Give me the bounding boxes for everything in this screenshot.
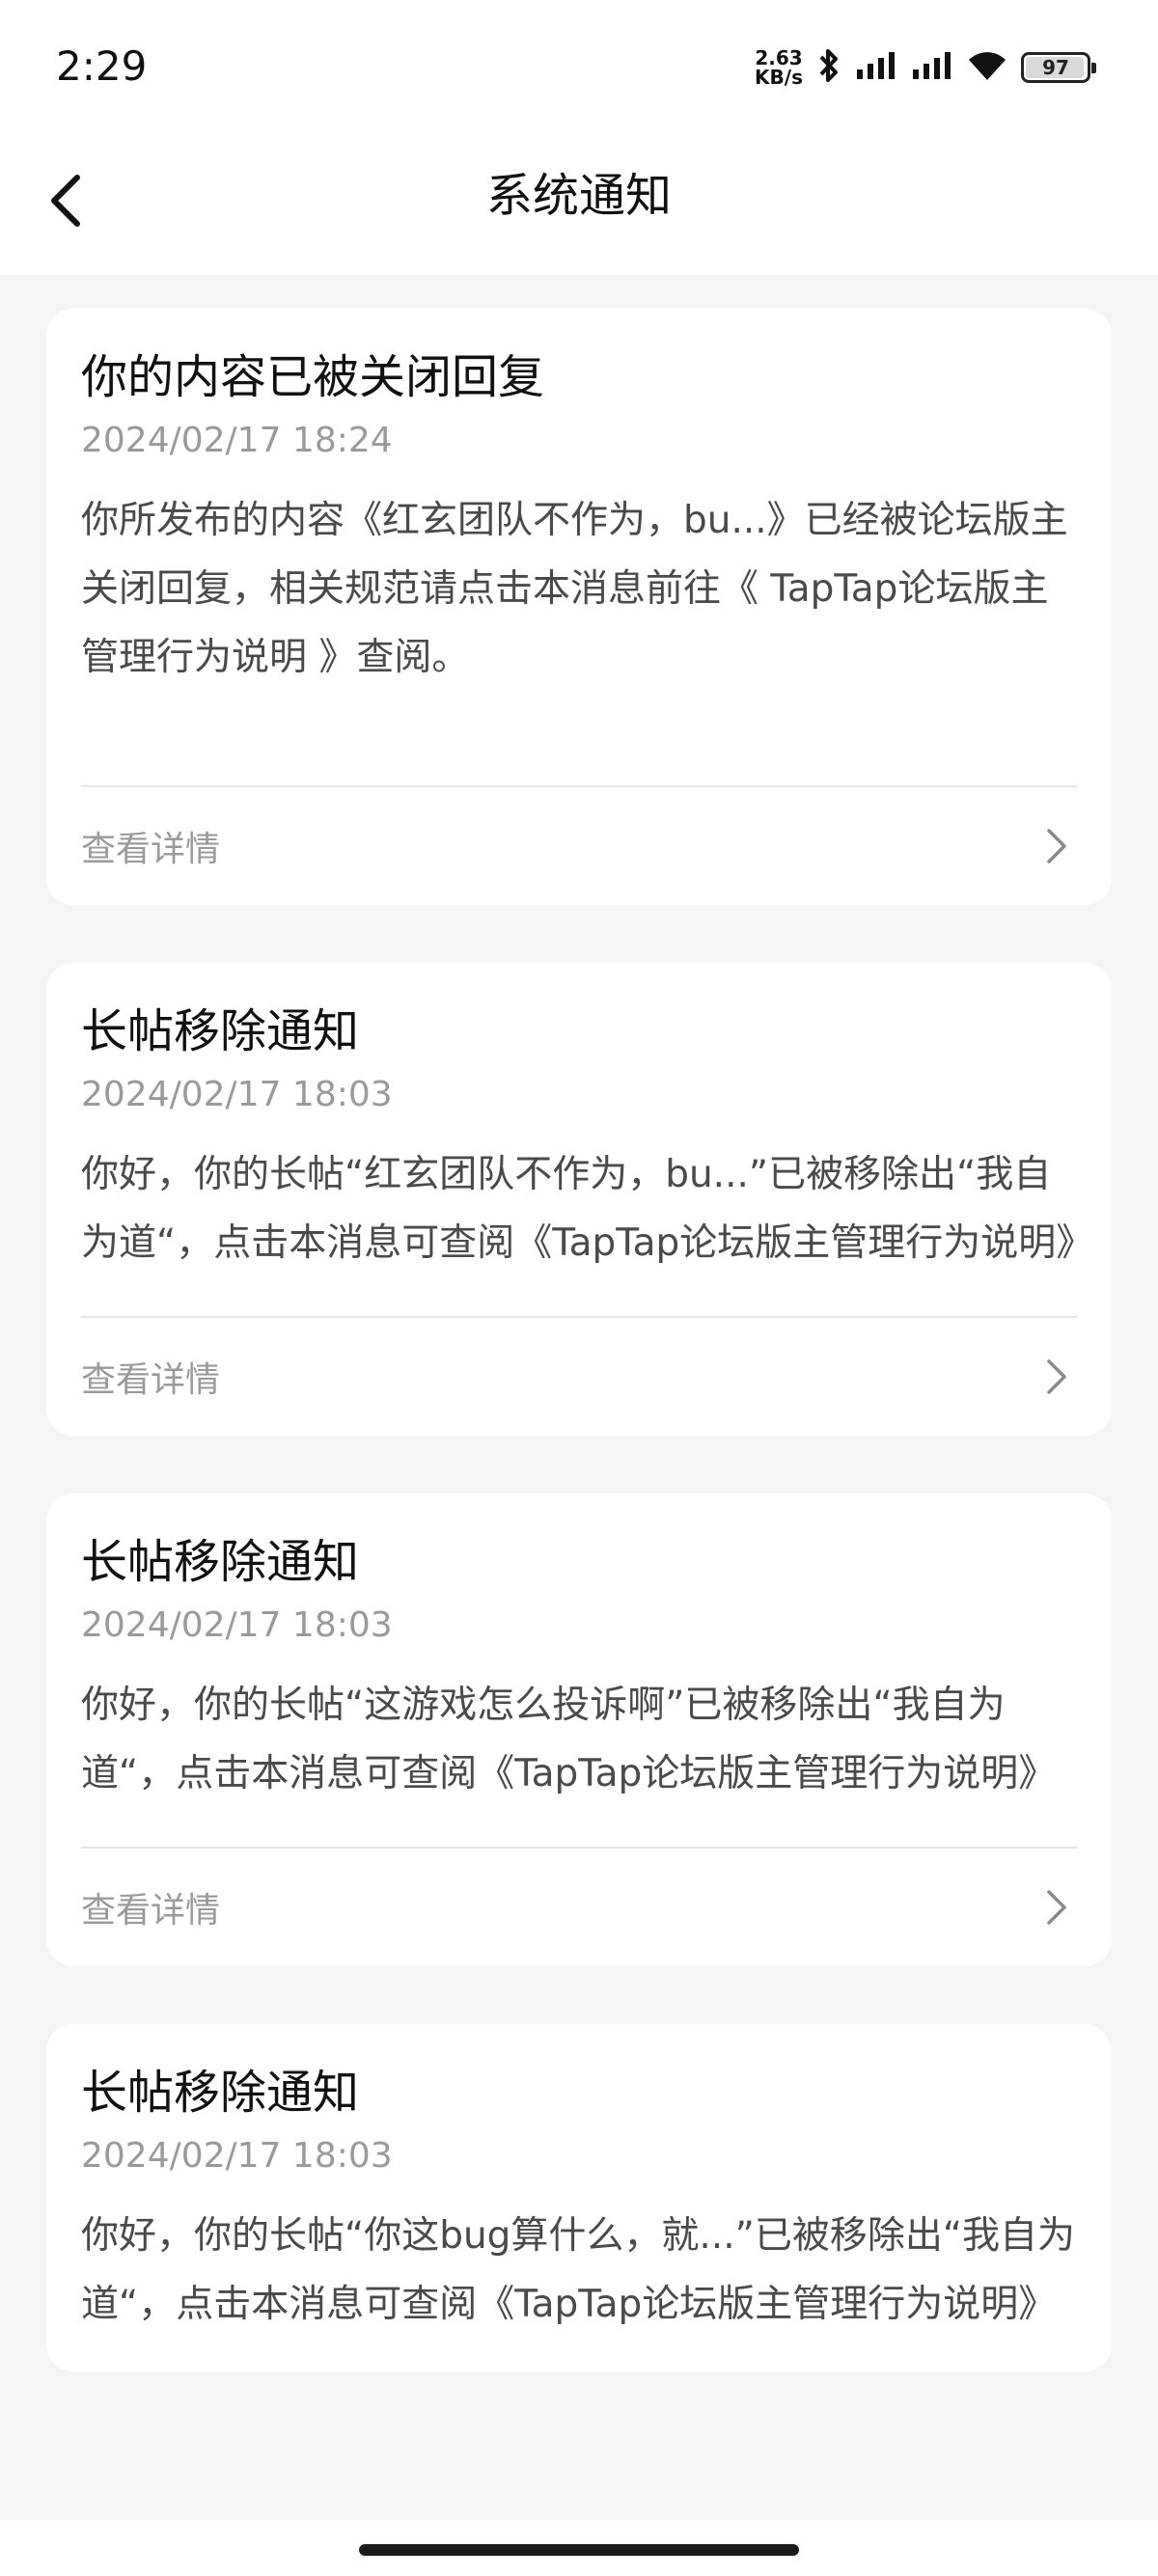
notification-card[interactable]: 长帖移除通知 2024/02/17 18:03 你好，你的长帖“红玄团队不作为，… <box>46 963 1112 1436</box>
status-icons: 2.63 KB/s 97 <box>755 42 1096 93</box>
view-details-button[interactable]: 查看详情 <box>81 787 1077 905</box>
view-details-label: 查看详情 <box>81 1891 221 1931</box>
status-time: 2:29 <box>56 42 148 90</box>
notification-time: 2024/02/17 18:03 <box>81 1605 393 1645</box>
notification-time: 2024/02/17 18:03 <box>81 2136 393 2176</box>
bluetooth-icon <box>816 46 841 89</box>
notification-title: 你的内容已被关闭回复 <box>81 350 545 404</box>
page-title: 系统通知 <box>485 169 672 223</box>
signal-icon <box>855 50 897 85</box>
notification-card[interactable]: 长帖移除通知 2024/02/17 18:03 你好，你的长帖“这游戏怎么投诉啊… <box>46 1494 1112 1966</box>
home-indicator[interactable] <box>359 2544 799 2556</box>
network-speed-value: 2.63 <box>755 46 803 69</box>
notification-body: 你好，你的长帖“红玄团队不作为，bu...”已被移除出“我自为道“，点击本消息可… <box>81 1153 1094 1265</box>
signal-icon <box>911 50 953 85</box>
network-speed-unit: KB/s <box>755 66 803 89</box>
view-details-label: 查看详情 <box>81 1360 221 1400</box>
notification-body: 你好，你的长帖“你这bug算什么，就...”已被移除出“我自为道“，点击本消息可… <box>81 2214 1076 2326</box>
battery-level: 97 <box>1042 56 1069 79</box>
chevron-right-icon <box>1046 1357 1077 1396</box>
notification-card[interactable]: 长帖移除通知 2024/02/17 18:03 你好，你的长帖“你这bug算什么… <box>46 2024 1112 2371</box>
chevron-right-icon <box>1046 1888 1077 1927</box>
notification-body: 你所发布的内容《红玄团队不作为，bu...》已经被论坛版主关闭回复，相关规范请点… <box>81 499 1068 679</box>
battery-icon: 97 <box>1021 52 1096 83</box>
notification-list: 你的内容已被关闭回复 2024/02/17 18:24 你所发布的内容《红玄团队… <box>46 309 1112 2429</box>
notification-title: 长帖移除通知 <box>81 2066 360 2120</box>
notification-card[interactable]: 你的内容已被关闭回复 2024/02/17 18:24 你所发布的内容《红玄团队… <box>46 309 1112 905</box>
notification-title: 长帖移除通知 <box>81 1535 360 1589</box>
notification-title: 长帖移除通知 <box>81 1004 360 1058</box>
notification-time: 2024/02/17 18:03 <box>81 1075 393 1114</box>
view-details-button[interactable]: 查看详情 <box>81 1849 1077 1966</box>
status-bar: 2:29 2.63 KB/s 97 <box>0 0 1158 135</box>
notification-time: 2024/02/17 18:24 <box>81 421 393 460</box>
notification-body: 你好，你的长帖“这游戏怎么投诉啊”已被移除出“我自为道“，点击本消息可查阅《Ta… <box>81 1684 1057 1795</box>
header: 系统通知 <box>0 135 1158 275</box>
view-details-label: 查看详情 <box>81 830 221 869</box>
network-speed: 2.63 KB/s <box>755 48 803 87</box>
view-details-button[interactable]: 查看详情 <box>81 1318 1077 1436</box>
wifi-icon <box>967 49 1007 86</box>
chevron-right-icon <box>1046 827 1077 865</box>
